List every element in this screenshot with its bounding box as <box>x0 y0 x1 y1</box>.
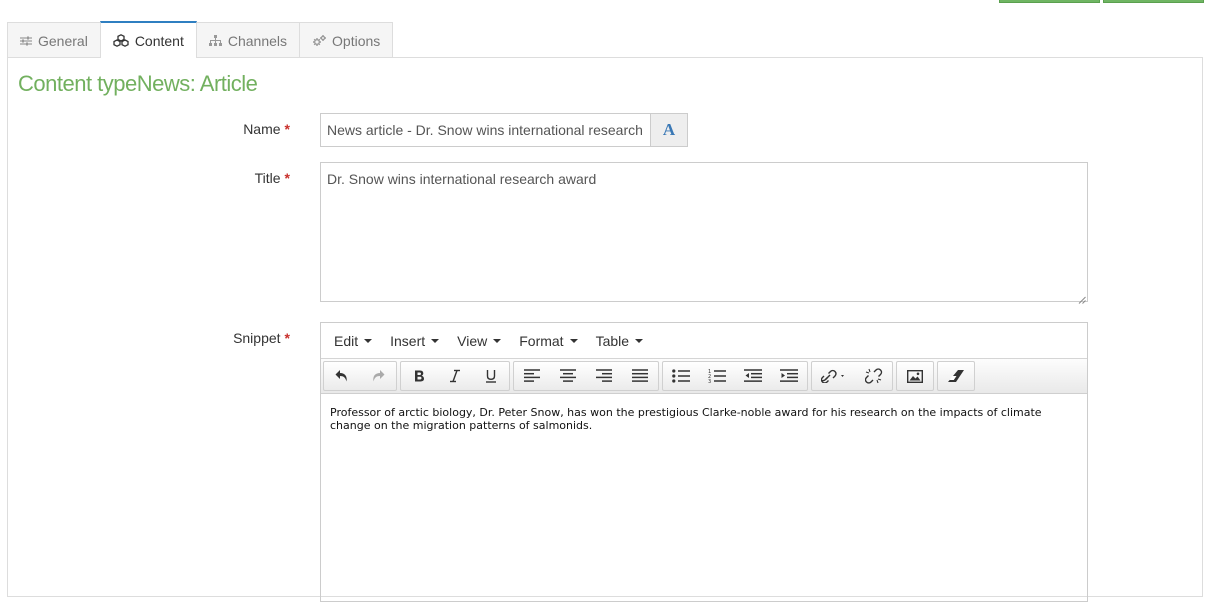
bullet-list-button[interactable] <box>663 362 699 390</box>
snippet-label: Snippet <box>233 330 281 346</box>
editor-toolbar: 123 <box>321 359 1087 394</box>
name-input-group: A <box>320 113 688 147</box>
menu-label: Table <box>595 332 630 349</box>
align-right-icon <box>596 369 612 382</box>
sliders-icon <box>20 36 32 46</box>
bold-icon <box>415 370 424 382</box>
align-center-button[interactable] <box>550 362 586 390</box>
required-marker: * <box>284 170 290 186</box>
resize-handle-icon[interactable] <box>1078 291 1086 304</box>
top-action-button-1[interactable] <box>999 0 1100 3</box>
align-right-button[interactable] <box>586 362 622 390</box>
name-label-wrap: Name * <box>90 121 290 137</box>
format-group <box>400 361 510 391</box>
top-action-button-2[interactable] <box>1103 0 1204 3</box>
menu-edit[interactable]: Edit <box>325 333 381 349</box>
title-label: Title <box>254 170 281 186</box>
title-label-wrap: Title * <box>90 170 290 186</box>
redo-button[interactable] <box>360 362 396 390</box>
underline-icon <box>486 370 496 383</box>
align-left-icon <box>524 369 540 382</box>
caret-down-icon <box>364 338 373 343</box>
menu-label: Format <box>519 332 564 349</box>
caret-down-icon <box>635 338 644 343</box>
undo-icon <box>335 370 347 382</box>
underline-button[interactable] <box>473 362 509 390</box>
align-left-button[interactable] <box>514 362 550 390</box>
editor-content[interactable]: Professor of arctic biology, Dr. Peter S… <box>321 394 1087 444</box>
link-group <box>811 361 893 391</box>
indent-button[interactable] <box>771 362 807 390</box>
italic-button[interactable] <box>437 362 473 390</box>
sitemap-icon <box>208 35 222 46</box>
outdent-icon <box>744 369 762 382</box>
menu-table[interactable]: Table <box>587 333 652 349</box>
rich-text-editor: Edit Insert View Format Table 1 2 3 Prof… <box>320 322 1088 602</box>
font-a-icon: A <box>662 120 676 139</box>
caret-down-icon <box>569 338 578 343</box>
cubes-icon <box>113 34 129 47</box>
media-group <box>896 361 934 391</box>
alignment-group <box>513 361 659 391</box>
image-icon <box>907 369 923 383</box>
menu-view[interactable]: View <box>448 333 510 349</box>
caret-down-icon <box>431 338 440 343</box>
bold-button[interactable] <box>401 362 437 390</box>
tab-label: Channels <box>227 32 288 49</box>
link-icon <box>821 369 844 383</box>
gears-icon <box>312 34 327 47</box>
editor-menubar: Edit Insert View Format Table <box>321 323 1087 359</box>
menu-label: View <box>457 332 488 349</box>
section-title: Content typeNews: Article <box>18 71 258 96</box>
undo-button[interactable] <box>324 362 360 390</box>
redo-icon <box>373 370 385 382</box>
caret-down-icon <box>493 338 502 343</box>
unlink-icon <box>865 368 883 384</box>
font-style-icon-button[interactable]: A <box>650 113 688 147</box>
tab-label: Content <box>134 32 184 49</box>
tab-content[interactable]: Content <box>99 21 197 58</box>
title-textarea[interactable]: Dr. Snow wins international research awa… <box>320 162 1088 302</box>
menu-label: Edit <box>334 332 359 349</box>
menu-insert[interactable]: Insert <box>381 333 448 349</box>
snippet-label-wrap: Snippet * <box>90 330 290 346</box>
clear-group <box>937 361 975 391</box>
menu-label: Insert <box>390 332 426 349</box>
tab-bar: General Content Channels Options <box>7 21 394 58</box>
indent-icon <box>780 369 798 382</box>
insert-link-button[interactable] <box>812 362 856 390</box>
tab-label: Options <box>332 32 381 49</box>
insert-image-button[interactable] <box>897 362 933 390</box>
italic-icon <box>450 369 460 383</box>
name-input[interactable] <box>320 113 650 147</box>
required-marker: * <box>284 330 290 346</box>
list-group: 123 <box>662 361 808 391</box>
history-group <box>323 361 397 391</box>
tab-options[interactable]: Options <box>299 22 394 58</box>
outdent-button[interactable] <box>735 362 771 390</box>
eraser-icon <box>948 370 964 382</box>
tab-label: General <box>38 32 88 49</box>
required-marker: * <box>284 121 290 137</box>
unlink-button[interactable] <box>856 362 892 390</box>
numbered-list-icon: 123 <box>708 369 726 383</box>
tab-general[interactable]: General <box>7 22 101 58</box>
clear-formatting-button[interactable] <box>938 362 974 390</box>
svg-text:3: 3 <box>708 379 711 383</box>
name-label: Name <box>243 121 281 137</box>
align-center-icon <box>560 369 576 382</box>
align-justify-icon <box>632 369 648 382</box>
menu-format[interactable]: Format <box>510 333 586 349</box>
tab-channels[interactable]: Channels <box>195 22 301 58</box>
bullet-list-icon <box>672 369 690 383</box>
numbered-list-button[interactable]: 123 <box>699 362 735 390</box>
align-justify-button[interactable] <box>622 362 658 390</box>
